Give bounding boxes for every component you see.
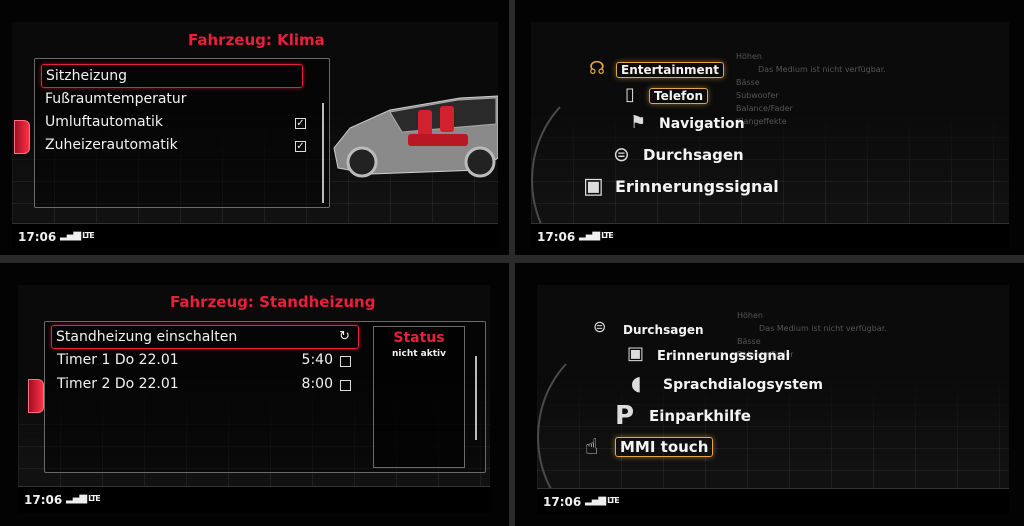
- screen-standheizung: Fahrzeug: Standheizung Standheizung eins…: [18, 285, 490, 513]
- menu-item-durchsagen[interactable]: Durchsagen: [643, 146, 744, 164]
- page-title: Fahrzeug: Standheizung: [170, 293, 376, 311]
- checkbox-timer-1[interactable]: [340, 356, 351, 367]
- timer-time: 5:40: [301, 352, 333, 368]
- list-item-standheizung-einschalten[interactable]: Standheizung einschalten ↻: [51, 325, 359, 349]
- bg-item: Höhen: [737, 311, 763, 320]
- car-image: [333, 95, 498, 178]
- phone-icon: ▯: [625, 84, 635, 105]
- status-bar: 17:06 ▂▄▆ LTE: [531, 223, 1009, 248]
- flag-icon: ⚑: [630, 112, 647, 133]
- network-type: LTE: [601, 231, 614, 240]
- list-item-timer-2[interactable]: Timer 2 Do 22.01 8:00: [51, 373, 359, 395]
- reminder-icon: ▣: [627, 343, 645, 364]
- panel-standheizung: Fahrzeug: Standheizung Standheizung eins…: [0, 263, 509, 526]
- screen-mmi: Höhen Das Medium ist nicht verfügbar. Bä…: [537, 285, 1009, 515]
- screen-klima: Fahrzeug: Klima Sitzheizung Fußraumtempe…: [12, 22, 498, 248]
- network-type: LTE: [82, 231, 95, 240]
- menu-item-telefon[interactable]: Telefon: [649, 88, 708, 104]
- status-bar: 17:06 ▂▄▆ LTE: [12, 223, 498, 248]
- signal-icon: ▂▄▆ LTE: [585, 495, 620, 506]
- menu-item-durchsagen[interactable]: Durchsagen: [623, 323, 704, 337]
- screen-entertainment: Höhen Das Medium ist nicht verfügbar. Bä…: [531, 22, 1009, 248]
- bg-item: Bässe: [737, 337, 761, 346]
- checkbox-timer-2[interactable]: [340, 380, 351, 391]
- list-item-label: Timer 1 Do 22.01: [57, 352, 179, 368]
- side-tab[interactable]: [14, 120, 30, 154]
- list-item-fussraumtemperatur[interactable]: Fußraumtemperatur: [41, 88, 187, 110]
- clock: 17:06: [24, 493, 63, 507]
- list-item-label: Umluftautomatik: [45, 114, 164, 130]
- page-title: Fahrzeug: Klima: [188, 31, 325, 49]
- panel-entertainment: Höhen Das Medium ist nicht verfügbar. Bä…: [515, 0, 1024, 255]
- panel-mmi: Höhen Das Medium ist nicht verfügbar. Bä…: [515, 263, 1024, 526]
- touch-icon: ☝: [585, 435, 599, 460]
- list-item-sitzheizung[interactable]: Sitzheizung: [41, 64, 303, 88]
- scrollbar[interactable]: [322, 103, 324, 203]
- menu-item-navigation[interactable]: Navigation: [659, 116, 745, 132]
- list-item-label: Zuheizerautomatik: [45, 137, 178, 153]
- menu-item-sprachdialogsystem[interactable]: Sprachdialogsystem: [663, 377, 823, 393]
- parking-icon: P: [615, 401, 635, 431]
- clock: 17:06: [18, 230, 57, 244]
- menu-item-entertainment[interactable]: Entertainment: [616, 62, 724, 78]
- network-type: LTE: [607, 496, 620, 505]
- status-title: Status: [393, 330, 445, 346]
- side-tab[interactable]: [28, 379, 44, 413]
- bg-item: Das Medium ist nicht verfügbar.: [758, 65, 886, 74]
- headphones-icon: ☊: [589, 58, 605, 79]
- bg-item: Höhen: [736, 52, 762, 61]
- status-value: nicht aktiv: [392, 349, 446, 359]
- clock: 17:06: [543, 495, 582, 509]
- menu-item-erinnerungssignal[interactable]: Erinnerungssignal: [657, 349, 790, 364]
- clock: 17:06: [537, 230, 576, 244]
- network-type: LTE: [88, 494, 101, 503]
- bg-item: Bässe: [736, 78, 760, 87]
- voice-icon: ◖: [631, 371, 642, 395]
- announcement-icon: ⊜: [593, 317, 607, 336]
- status-bar: 17:06 ▂▄▆ LTE: [537, 488, 1009, 515]
- panel-klima: Fahrzeug: Klima Sitzheizung Fußraumtempe…: [0, 0, 509, 255]
- timer-time: 8:00: [301, 376, 333, 392]
- list-item-zuheizerautomatik[interactable]: Zuheizerautomatik: [41, 134, 178, 156]
- list-item-umluftautomatik[interactable]: Umluftautomatik: [41, 111, 163, 133]
- bg-item: Subwoofer: [736, 91, 779, 100]
- scrollbar[interactable]: [475, 356, 477, 440]
- menu-item-erinnerungssignal[interactable]: Erinnerungssignal: [615, 177, 779, 196]
- checkbox-zuheizerautomatik[interactable]: ✓: [295, 141, 306, 152]
- settings-list: Sitzheizung Fußraumtemperatur Umluftauto…: [34, 58, 330, 208]
- signal-icon: ▂▄▆ LTE: [579, 230, 614, 241]
- status-bar: 17:06 ▂▄▆ LTE: [18, 486, 490, 513]
- list-item-label: Fußraumtemperatur: [45, 91, 187, 107]
- list-item-label: Sitzheizung: [46, 68, 127, 84]
- menu-item-mmi-touch[interactable]: MMI touch: [615, 437, 714, 457]
- reminder-icon: ▣: [583, 174, 604, 199]
- background-menu: Höhen Das Medium ist nicht verfügbar. Bä…: [736, 50, 886, 128]
- list-item-timer-1[interactable]: Timer 1 Do 22.01 5:40: [51, 349, 359, 371]
- heater-list: Standheizung einschalten ↻ Timer 1 Do 22…: [44, 321, 486, 473]
- checkbox-umluftautomatik[interactable]: ✓: [295, 118, 306, 129]
- list-item-label: Timer 2 Do 22.01: [57, 376, 179, 392]
- power-icon: ↻: [339, 329, 350, 344]
- menu-item-einparkhilfe[interactable]: Einparkhilfe: [649, 407, 751, 425]
- signal-icon: ▂▄▆ LTE: [60, 230, 95, 241]
- status-box: Status nicht aktiv: [373, 326, 465, 468]
- list-item-label: Standheizung einschalten: [56, 329, 238, 345]
- bg-item: Das Medium ist nicht verfügbar.: [759, 324, 887, 333]
- signal-icon: ▂▄▆ LTE: [66, 493, 101, 504]
- bg-item: Klangeffekte: [736, 117, 787, 126]
- announcement-icon: ⊜: [613, 142, 630, 166]
- bg-item: Balance/Fader: [736, 104, 793, 113]
